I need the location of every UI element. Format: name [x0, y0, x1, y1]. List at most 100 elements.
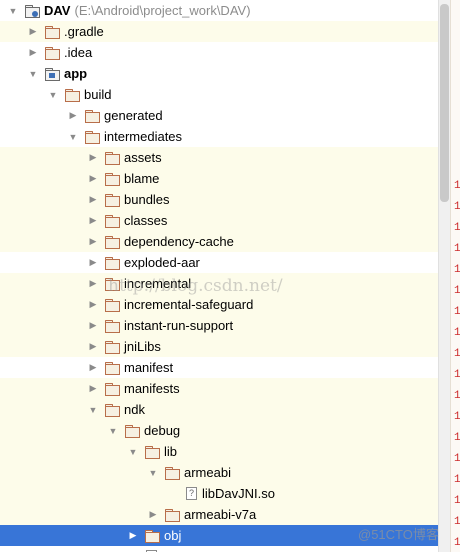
scrollbar-thumb[interactable]	[440, 4, 449, 202]
folder-icon	[104, 172, 120, 186]
tree-row[interactable]: ▶ obj	[0, 525, 438, 546]
folder-icon	[144, 445, 160, 459]
tree-row[interactable]: ▼ debug	[0, 420, 438, 441]
tree-row[interactable]: ▼ DAV (E:\Android\project_work\DAV)	[0, 0, 438, 21]
expand-right-icon[interactable]: ▶	[86, 147, 100, 168]
tree-row[interactable]: ▼ build	[0, 84, 438, 105]
tree-row[interactable]: ▶ .gradle	[0, 21, 438, 42]
tree-row-label: exploded-aar	[124, 255, 200, 270]
tree-row[interactable]: ?	[0, 546, 438, 552]
tree-row[interactable]: ▶ classes	[0, 210, 438, 231]
arrow-spacer	[166, 483, 180, 504]
expand-right-icon[interactable]: ▶	[86, 336, 100, 357]
unknown-file-icon: ?	[186, 487, 197, 500]
tree-row[interactable]: ▼ lib	[0, 441, 438, 462]
expand-right-icon[interactable]: ▶	[86, 315, 100, 336]
tree-row[interactable]: ▶ instant-run-support	[0, 315, 438, 336]
project-path: (E:\Android\project_work\DAV)	[74, 3, 251, 18]
gutter-mark: 1	[454, 243, 460, 255]
tree-row[interactable]: ▶ bundles	[0, 189, 438, 210]
expand-down-icon[interactable]: ▼	[86, 399, 100, 420]
tree-row[interactable]: ▶ assets	[0, 147, 438, 168]
tree-row[interactable]: ▶ blame	[0, 168, 438, 189]
tree-row[interactable]: ▶ .idea	[0, 42, 438, 63]
tree-row[interactable]: ▶ exploded-aar	[0, 252, 438, 273]
expand-right-icon[interactable]: ▶	[86, 168, 100, 189]
tree-row[interactable]: ▶ generated	[0, 105, 438, 126]
tree-row-label: DAV	[44, 3, 71, 18]
folder-icon	[104, 340, 120, 354]
gutter-mark: 1	[454, 348, 460, 360]
expand-right-icon[interactable]: ▶	[146, 504, 160, 525]
folder-icon	[104, 403, 120, 417]
tree-row[interactable]: ▼ intermediates	[0, 126, 438, 147]
folder-icon	[104, 256, 120, 270]
tree-row-label: .idea	[64, 45, 93, 60]
folder-icon	[44, 25, 60, 39]
tree-row-label: lib	[164, 444, 178, 459]
folder-icon	[104, 319, 120, 333]
gutter-mark: 1	[454, 306, 460, 318]
expand-right-icon[interactable]: ▶	[126, 525, 140, 546]
gutter-mark: 1	[454, 411, 460, 423]
tree-row[interactable]: ▶ incremental	[0, 273, 438, 294]
tree-row[interactable]: ▶ manifests	[0, 378, 438, 399]
arrow-spacer	[126, 546, 140, 552]
tree-row-label: intermediates	[104, 129, 183, 144]
folder-icon	[104, 235, 120, 249]
gutter-mark: 1	[454, 537, 460, 549]
tree-row-label: incremental	[124, 276, 192, 291]
tree-row[interactable]: ? libDavJNI.so	[0, 483, 438, 504]
gutter-mark: 1	[454, 327, 460, 339]
folder-icon	[64, 88, 80, 102]
expand-down-icon[interactable]: ▼	[66, 126, 80, 147]
expand-down-icon[interactable]: ▼	[106, 420, 120, 441]
expand-right-icon[interactable]: ▶	[86, 231, 100, 252]
tree-row-label: .gradle	[64, 24, 104, 39]
tree-row-label: incremental-safeguard	[124, 297, 254, 312]
tree-row[interactable]: ▶ dependency-cache	[0, 231, 438, 252]
expand-right-icon[interactable]: ▶	[86, 357, 100, 378]
tree-row[interactable]: ▶ jniLibs	[0, 336, 438, 357]
expand-down-icon[interactable]: ▼	[46, 84, 60, 105]
expand-right-icon[interactable]: ▶	[26, 42, 40, 63]
tree-row-label: debug	[144, 423, 181, 438]
folder-icon	[104, 361, 120, 375]
tree-row[interactable]: ▶ armeabi-v7a	[0, 504, 438, 525]
tree-row-label: manifest	[124, 360, 174, 375]
tree-row-label: dependency-cache	[124, 234, 234, 249]
expand-right-icon[interactable]: ▶	[86, 252, 100, 273]
expand-right-icon[interactable]: ▶	[66, 105, 80, 126]
gutter-mark: 1	[454, 222, 460, 234]
expand-down-icon[interactable]: ▼	[126, 441, 140, 462]
expand-down-icon[interactable]: ▼	[6, 0, 20, 21]
expand-right-icon[interactable]: ▶	[86, 189, 100, 210]
tree-row[interactable]: ▼ ndk	[0, 399, 438, 420]
tree-row-label: obj	[164, 528, 182, 543]
module-folder-icon	[44, 67, 60, 81]
gutter-mark: 1	[454, 495, 460, 507]
folder-icon	[104, 151, 120, 165]
tree-row[interactable]: ▼ app	[0, 63, 438, 84]
expand-down-icon[interactable]: ▼	[26, 63, 40, 84]
tree-row[interactable]: ▶ incremental-safeguard	[0, 294, 438, 315]
expand-right-icon[interactable]: ▶	[86, 273, 100, 294]
expand-right-icon[interactable]: ▶	[86, 294, 100, 315]
expand-down-icon[interactable]: ▼	[146, 462, 160, 483]
project-tree[interactable]: ▼ DAV (E:\Android\project_work\DAV) ▶ .gradl…	[0, 0, 438, 552]
gutter-mark: 1	[454, 432, 460, 444]
tree-row-label: ndk	[124, 402, 145, 417]
tree-row[interactable]: ▼ armeabi	[0, 462, 438, 483]
tree-row-label: assets	[124, 150, 162, 165]
expand-right-icon[interactable]: ▶	[86, 378, 100, 399]
tree-row[interactable]: ▶ manifest	[0, 357, 438, 378]
gutter-mark: 1	[454, 369, 460, 381]
folder-icon	[104, 214, 120, 228]
tree-row-label: generated	[104, 108, 163, 123]
tree-row-label: manifests	[124, 381, 180, 396]
tree-row-label: armeabi-v7a	[184, 507, 257, 522]
gutter-mark: 1	[454, 264, 460, 276]
expand-right-icon[interactable]: ▶	[86, 210, 100, 231]
expand-right-icon[interactable]: ▶	[26, 21, 40, 42]
folder-icon	[104, 298, 120, 312]
